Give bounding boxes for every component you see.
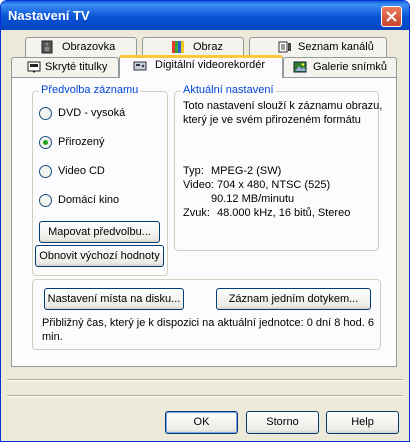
cancel-button[interactable]: Storno — [246, 411, 319, 434]
divider — [7, 395, 403, 397]
tab-pane: Předvolba záznamu DVD - vysoká Přirozený… — [11, 77, 397, 367]
video-recorder-icon — [133, 61, 147, 71]
dialog-window: Nastavení TV Obrazovka Obraz Seznam kaná… — [0, 0, 410, 442]
description-line2: který je ve svém přirozeném formátu — [183, 114, 361, 126]
tab-seznam-kanalu[interactable]: Seznam kanálů — [249, 37, 387, 57]
close-button[interactable] — [381, 6, 402, 27]
color-bars-icon — [172, 41, 184, 53]
tab-label: Skryté titulky — [45, 61, 108, 73]
divider — [7, 379, 403, 381]
type-label: Typ: — [183, 165, 204, 177]
audio-value: 48.000 kHz, 16 bitů, Stereo — [217, 207, 351, 219]
tab-label: Obraz — [193, 41, 223, 53]
radio-label: Domácí kino — [58, 194, 120, 206]
radio-selected-dot — [43, 140, 48, 145]
radio-circle — [39, 136, 52, 149]
radio-label: Přirozený — [58, 136, 105, 148]
title-bar[interactable]: Nastavení TV — [1, 1, 409, 30]
radio-label: DVD - vysoká — [58, 107, 126, 119]
restore-defaults-button[interactable]: Obnovit výchozí hodnoty — [35, 245, 164, 267]
description-line1: Toto nastavení slouží k záznamu obrazu, — [183, 100, 383, 112]
close-icon — [386, 11, 397, 22]
radio-circle — [39, 194, 52, 207]
video-label: Video: — [183, 179, 214, 191]
recording-preset-group: Předvolba záznamu DVD - vysoká Přirozený… — [32, 84, 168, 276]
remaining-time-line1: Přibližný čas, který je k dispozici na a… — [42, 317, 375, 329]
tab-galerie-snimku[interactable]: Galerie snímků — [283, 57, 397, 77]
tab-obraz[interactable]: Obraz — [142, 37, 244, 57]
audio-label: Zvuk: — [183, 207, 210, 219]
radio-circle — [39, 165, 52, 178]
tab-obrazovka[interactable]: Obrazovka — [25, 37, 137, 57]
video-value: 704 x 480, NTSC (525) — [217, 179, 331, 191]
caption-icon — [27, 61, 41, 73]
disk-group: Nastavení místa na disku... Záznam jední… — [32, 279, 381, 350]
speaker-icon — [41, 40, 53, 54]
help-button[interactable]: Help — [326, 411, 399, 434]
tab-skryte-titulky[interactable]: Skryté titulky — [11, 57, 119, 77]
disk-space-button[interactable]: Nastavení místa na disku... — [44, 288, 184, 310]
tab-digitalni-videorekorder[interactable]: Digitální videorekordér — [119, 55, 283, 78]
preset-legend: Předvolba záznamu — [39, 84, 141, 96]
remaining-time-line2: min. — [42, 331, 63, 343]
channel-list-icon — [278, 41, 291, 53]
tab-label: Digitální videorekordér — [155, 59, 266, 71]
radio-label: Video CD — [58, 165, 105, 177]
tab-label: Seznam kanálů — [298, 41, 374, 53]
tab-label: Galerie snímků — [313, 61, 387, 73]
one-touch-recording-button[interactable]: Záznam jedním dotykem... — [216, 288, 371, 310]
tab-label: Obrazovka — [62, 41, 116, 53]
gallery-icon — [293, 61, 307, 73]
ok-button[interactable]: OK — [165, 411, 238, 434]
current-settings-group: Aktuální nastavení Toto nastavení slouží… — [174, 84, 383, 251]
map-preset-button[interactable]: Mapovat předvolbu... — [39, 221, 160, 243]
video-rate: 90.12 MB/minutu — [211, 193, 295, 205]
window-title: Nastavení TV — [8, 8, 90, 23]
radio-circle — [39, 107, 52, 120]
current-legend: Aktuální nastavení — [181, 84, 276, 96]
type-value: MPEG-2 (SW) — [211, 165, 282, 177]
